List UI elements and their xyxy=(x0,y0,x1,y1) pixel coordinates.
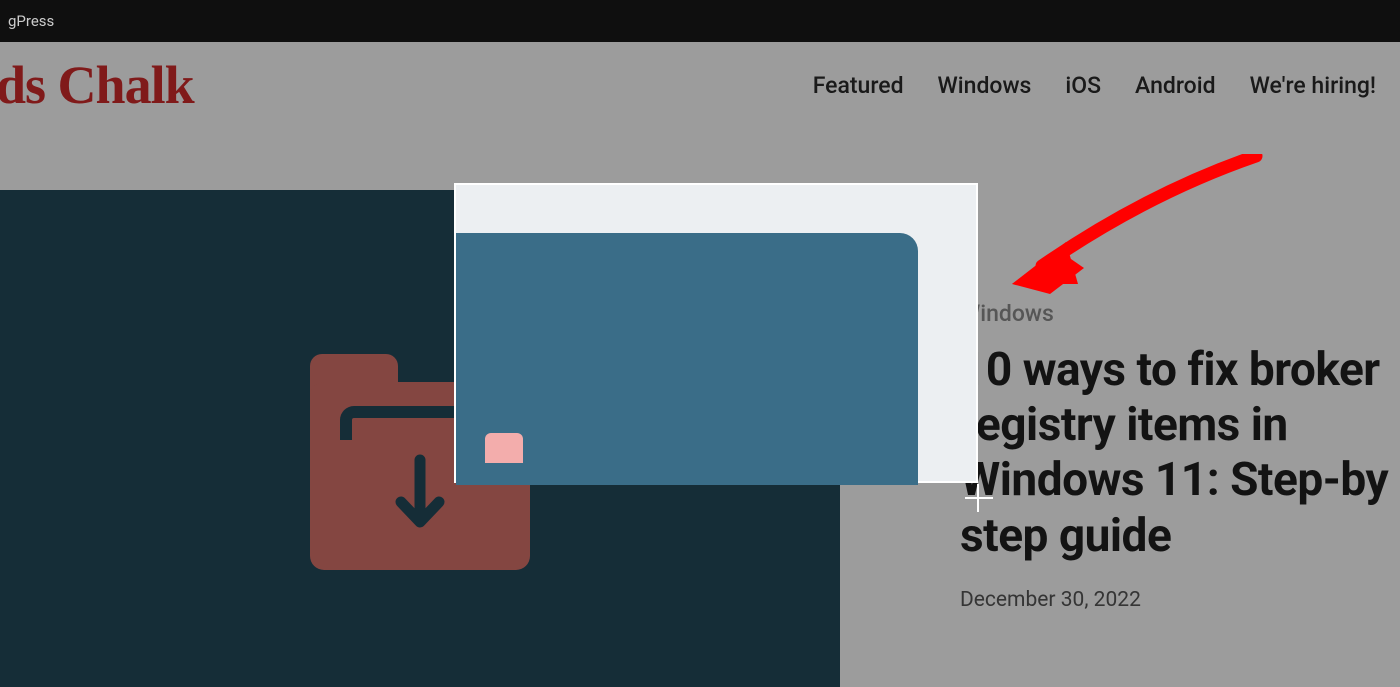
article-title[interactable]: 10 ways to fix broker registry items in … xyxy=(960,343,1400,564)
nav-featured[interactable]: Featured xyxy=(813,72,904,99)
featured-article: Windows 10 ways to fix broker registry i… xyxy=(0,190,1400,687)
browser-tab-label[interactable]: gPress xyxy=(8,12,54,30)
nav-hiring[interactable]: We're hiring! xyxy=(1250,72,1376,99)
article-meta: Windows 10 ways to fix broker registry i… xyxy=(840,190,1400,687)
site-header: ds Chalk Featured Windows iOS Android We… xyxy=(0,42,1400,128)
article-thumbnail[interactable] xyxy=(0,190,840,687)
nav-android[interactable]: Android xyxy=(1135,72,1216,99)
title-line: step guide xyxy=(960,509,1400,564)
folder-download-icon xyxy=(310,354,530,566)
nav-windows[interactable]: Windows xyxy=(938,72,1032,99)
nav-ios[interactable]: iOS xyxy=(1065,72,1101,99)
title-line: 10 ways to fix broker xyxy=(960,343,1400,398)
primary-nav: Featured Windows iOS Android We're hirin… xyxy=(813,72,1376,99)
arrow-down-icon xyxy=(389,454,451,540)
page-surface: ds Chalk Featured Windows iOS Android We… xyxy=(0,42,1400,687)
browser-topbar: gPress xyxy=(0,0,1400,42)
article-category[interactable]: Windows xyxy=(960,300,1400,327)
article-date: December 30, 2022 xyxy=(960,588,1400,612)
title-line: Windows 11: Step-by xyxy=(960,453,1400,508)
title-line: registry items in xyxy=(960,398,1400,453)
site-logo[interactable]: ds Chalk xyxy=(0,58,194,112)
